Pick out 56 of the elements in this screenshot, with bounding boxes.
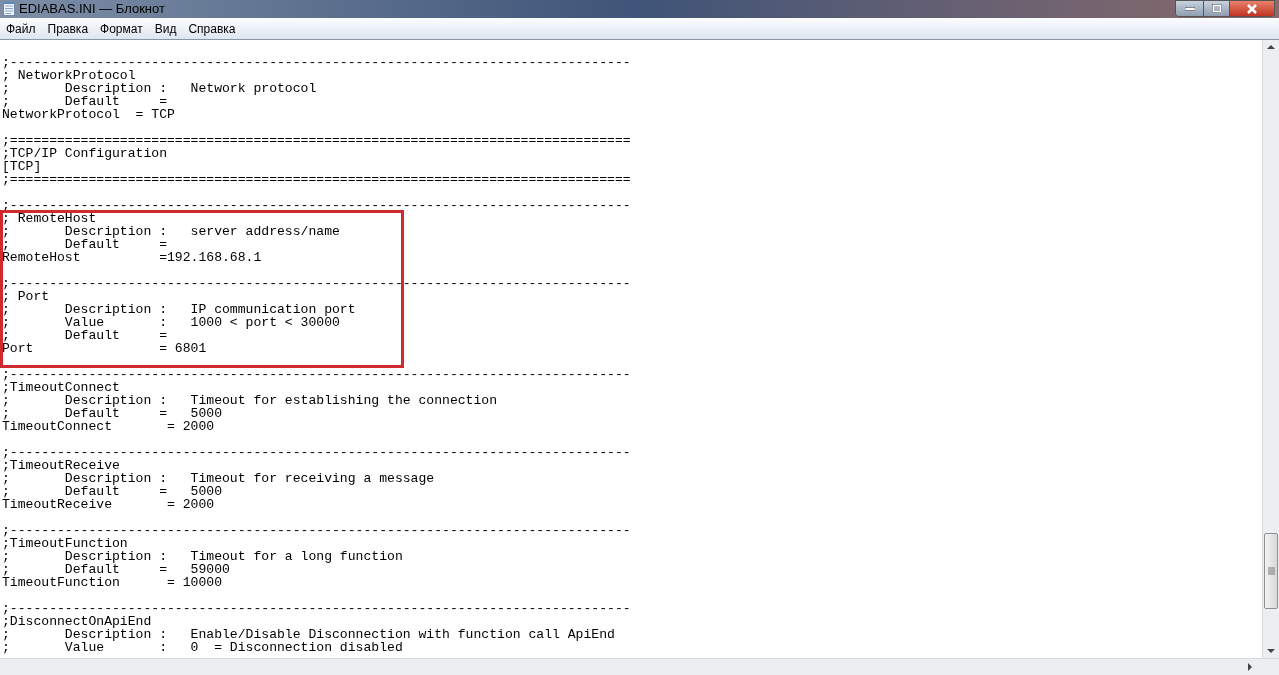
- text-line: ; Value : 1000 < port < 30000: [2, 316, 340, 329]
- scroll-up-icon[interactable]: [1267, 44, 1275, 49]
- close-button[interactable]: [1229, 1, 1274, 16]
- close-icon: [1246, 3, 1258, 14]
- text-line: ;-------------------------------------------------------------------------------: [2, 446, 631, 459]
- text-line: ;TimeoutReceive: [2, 459, 120, 472]
- text-line: ; Default =: [2, 329, 167, 342]
- text-line: [TCP]: [2, 160, 42, 173]
- text-line: ; RemoteHost: [2, 212, 97, 225]
- menu-item[interactable]: Правка: [41, 19, 95, 38]
- scroll-down-icon[interactable]: [1267, 649, 1275, 654]
- minimize-button[interactable]: [1176, 1, 1203, 16]
- text-line: ;===============================================================================: [2, 134, 631, 147]
- text-line: RemoteHost =192.168.68.1: [2, 251, 262, 264]
- text-line: ; Default = 59000: [2, 563, 230, 576]
- text-line: ;TCP/IP Configuration: [2, 147, 167, 160]
- text-line: ; Port: [2, 290, 50, 303]
- text-line: ;-------------------------------------------------------------------------------: [2, 602, 631, 615]
- text-line: ;-------------------------------------------------------------------------------: [2, 56, 631, 69]
- text-line: ;-------------------------------------------------------------------------------: [2, 368, 631, 381]
- text-line: TimeoutFunction = 10000: [2, 576, 222, 589]
- text-line: NetworkProtocol = TCP: [2, 108, 175, 121]
- menu-item[interactable]: Файл: [0, 19, 42, 38]
- text-line: ; Default = 5000: [2, 407, 222, 420]
- text-line: ;TimeoutConnect: [2, 381, 120, 394]
- text-line: ; Description : IP communication port: [2, 303, 356, 316]
- text-line: ;===============================================================================: [2, 173, 631, 186]
- grip-icon: [1267, 567, 1275, 575]
- text-line: ; Description : Timeout for receiving a message: [2, 472, 435, 485]
- text-line: Port = 6801: [2, 342, 207, 355]
- text-line: ; Value : 0 = Disconnection disabled: [2, 641, 403, 654]
- text-line: ; Default = 5000: [2, 485, 222, 498]
- text-line: ; Description : Network protocol: [2, 82, 317, 95]
- text-line: ; Description : Timeout for a long function: [2, 550, 403, 563]
- text-line: ;-------------------------------------------------------------------------------: [2, 199, 631, 212]
- text-line: ;TimeoutFunction: [2, 537, 128, 550]
- notepad-icon: [3, 2, 15, 16]
- text-line: ; Default =: [2, 238, 167, 251]
- menu-item[interactable]: Справка: [182, 19, 242, 38]
- text-line: ; Description : server address/name: [2, 225, 340, 238]
- text-line: ;-------------------------------------------------------------------------------: [2, 524, 631, 537]
- scroll-right-icon[interactable]: [1248, 663, 1253, 671]
- window-title: EDIABAS.INI — Блокнот: [19, 1, 165, 17]
- text-line: ; Description : Timeout for establishing the connection: [2, 394, 498, 407]
- text-line: ; NetworkProtocol: [2, 69, 136, 82]
- text-line: ; Description : Enable/Disable Disconnection with function call ApiEnd: [2, 628, 615, 641]
- menu-item[interactable]: Вид: [148, 19, 183, 38]
- text-line: ; Default =: [2, 95, 167, 108]
- menu-item[interactable]: Формат: [94, 19, 149, 38]
- maximize-button[interactable]: [1203, 1, 1229, 16]
- text-line: ;DisconnectOnApiEnd: [2, 615, 152, 628]
- text-line: TimeoutConnect = 2000: [2, 420, 215, 433]
- restore-icon: [1211, 4, 1222, 13]
- minimize-icon: [1184, 6, 1195, 11]
- text-line: TimeoutReceive = 2000: [2, 498, 215, 511]
- scrollbar-thumb[interactable]: [1264, 533, 1278, 609]
